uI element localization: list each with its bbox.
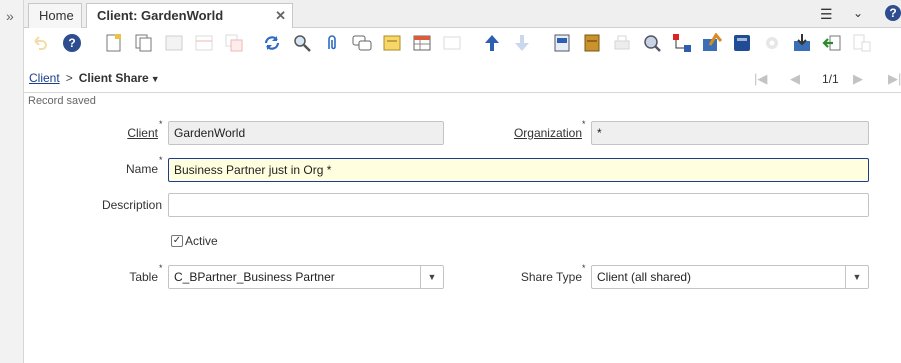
refresh-icon[interactable] (262, 33, 282, 53)
name-field[interactable]: Business Partner just in Org * (168, 158, 869, 182)
hamburger-menu-icon[interactable]: ☰ (820, 6, 833, 23)
client-field[interactable]: GardenWorld (168, 121, 444, 145)
export-icon[interactable] (792, 33, 812, 53)
expand-panel-icon[interactable]: » (6, 8, 14, 24)
table-select-value: C_BPartner_Business Partner (174, 270, 335, 284)
active-label: Active (185, 234, 218, 248)
window-customize-icon[interactable] (852, 33, 872, 53)
share-type-label: Share Type (520, 270, 582, 284)
save-icon[interactable] (164, 33, 184, 53)
organization-label: Organization (513, 126, 582, 140)
copy-record-icon[interactable] (134, 33, 154, 53)
find-icon[interactable] (292, 33, 312, 53)
report-icon[interactable] (552, 33, 572, 53)
breadcrumb-separator: > (65, 71, 73, 85)
tab-client-window[interactable]: Client: GardenWorld Garden... ✕ (86, 3, 293, 47)
previous-icon[interactable]: ◀ (790, 71, 800, 87)
zoom-across-icon[interactable] (642, 33, 662, 53)
attachment-icon[interactable] (322, 33, 342, 53)
multi-row-icon[interactable] (442, 33, 462, 53)
required-marker: * (159, 119, 163, 129)
client-label: Client (127, 126, 158, 140)
breadcrumb-current[interactable]: Client Share (79, 71, 149, 85)
help-circle-icon[interactable]: ? (62, 33, 82, 53)
next-icon[interactable]: ▶ (853, 71, 863, 87)
record-counter: 1/1 (822, 72, 839, 86)
request-icon[interactable] (702, 33, 722, 53)
chevron-down-icon[interactable]: ▼ (420, 266, 443, 288)
previous-record-icon[interactable] (482, 33, 502, 53)
breadcrumb-client-link[interactable]: Client (29, 71, 60, 85)
product-info-icon[interactable] (732, 33, 752, 53)
required-marker: * (159, 155, 163, 165)
grid-toggle-icon[interactable] (412, 33, 432, 53)
tab-home[interactable]: Home (28, 3, 82, 28)
name-label: Name (125, 162, 158, 176)
breadcrumb: Client > Client Share ▼ (29, 71, 160, 85)
double-chevron-down-icon[interactable]: ⌄ (853, 6, 863, 20)
first-record-icon[interactable]: |◀ (754, 71, 767, 87)
status-message: Record saved (28, 95, 96, 107)
required-marker: * (159, 263, 163, 273)
close-tab-icon[interactable]: ✕ (275, 4, 286, 28)
active-checkbox[interactable]: ✓ (171, 235, 183, 247)
chat-icon[interactable] (352, 33, 372, 53)
postit-icon[interactable] (382, 33, 402, 53)
share-type-select[interactable]: Client (all shared) ▼ (591, 265, 869, 289)
delete-selection-icon[interactable] (224, 33, 244, 53)
workflow-icon[interactable] (672, 33, 692, 53)
table-select[interactable]: C_BPartner_Business Partner ▼ (168, 265, 444, 289)
new-record-icon[interactable] (104, 33, 124, 53)
required-marker: * (582, 119, 586, 129)
delete-icon[interactable] (194, 33, 214, 53)
divider (24, 92, 901, 93)
archive-icon[interactable] (582, 33, 602, 53)
import-icon[interactable] (822, 33, 842, 53)
left-collapsed-panel: » (0, 0, 24, 363)
print-icon[interactable] (612, 33, 632, 53)
toolbar: ? (24, 28, 901, 60)
breadcrumb-dropdown-icon[interactable]: ▼ (151, 74, 160, 84)
chevron-down-icon[interactable]: ▼ (845, 266, 868, 288)
next-record-icon[interactable] (512, 33, 532, 53)
description-field[interactable] (168, 193, 869, 217)
help-icon[interactable]: ? (885, 5, 901, 21)
window-tab-bar: Home Client: GardenWorld Garden... ✕ ☰ ⌄… (24, 0, 901, 47)
required-marker: * (582, 263, 586, 273)
organization-field[interactable]: * (591, 121, 869, 145)
last-record-icon[interactable]: ▶| (888, 71, 901, 87)
process-gear-icon[interactable] (762, 33, 782, 53)
share-type-select-value: Client (all shared) (597, 270, 692, 284)
undo-icon[interactable] (30, 33, 50, 53)
description-label: Description (101, 198, 162, 212)
table-label: Table (129, 270, 158, 284)
svg-text:?: ? (68, 36, 75, 50)
